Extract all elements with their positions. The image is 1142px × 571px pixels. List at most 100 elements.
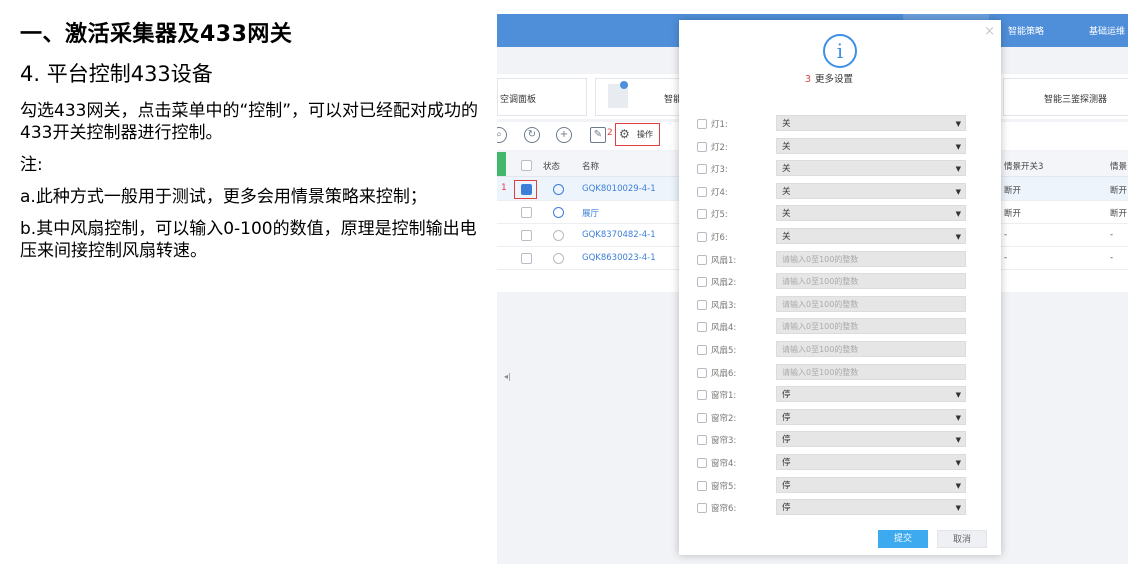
- device-name[interactable]: GQK8370482-4-1: [582, 230, 656, 240]
- setting-select[interactable]: 关 ▼: [776, 115, 966, 131]
- switch4-value: -: [1110, 230, 1114, 240]
- setting-row: 窗帘6: 停 ▼: [697, 499, 987, 517]
- instruction-paragraph: 勾选433网关，点击菜单中的“控制”，可以对已经配对成功的433开关控制器进行控…: [20, 101, 479, 143]
- setting-checkbox[interactable]: [697, 322, 707, 333]
- setting-checkbox[interactable]: [697, 367, 707, 378]
- tile-badge-icon: [620, 81, 628, 89]
- setting-select-value: 关: [782, 119, 791, 129]
- col-name[interactable]: 名称: [582, 160, 599, 172]
- nav-item-ops[interactable]: 基础运维: [1089, 24, 1125, 37]
- setting-row: 灯1: 关 ▼: [697, 115, 987, 133]
- tile-detector[interactable]: 智能三鉴探测器: [1003, 78, 1128, 116]
- setting-label: 风扇2:: [711, 278, 737, 289]
- setting-select[interactable]: 关 ▼: [776, 137, 966, 154]
- note-label: 注:: [20, 155, 43, 175]
- setting-row: 灯6: 关 ▼: [697, 228, 987, 246]
- col-switch3[interactable]: 情景开关3: [1004, 160, 1043, 172]
- nav-item-strategy[interactable]: 智能策略: [1008, 24, 1044, 37]
- setting-label: 风扇3:: [711, 300, 737, 311]
- setting-number-input[interactable]: 请输入0至100的整数: [776, 250, 966, 267]
- select-all-checkbox[interactable]: [521, 160, 532, 171]
- device-name[interactable]: 展厅: [582, 207, 599, 219]
- setting-checkbox[interactable]: [697, 209, 707, 220]
- setting-label: 灯2:: [711, 142, 728, 153]
- setting-row: 窗帘5: 停 ▼: [697, 476, 987, 495]
- setting-checkbox[interactable]: [697, 480, 707, 491]
- note-a: a.此种方式一般用于测试，更多会用情景策略来控制；: [20, 187, 427, 207]
- setting-checkbox[interactable]: [697, 390, 707, 401]
- collapse-arrow-icon[interactable]: ◂|: [504, 372, 511, 381]
- switch3-value: -: [1004, 253, 1008, 263]
- row-checkbox[interactable]: [521, 184, 532, 195]
- setting-row: 窗帘3: 停 ▼: [697, 431, 987, 449]
- setting-select-value: 停: [782, 503, 791, 514]
- setting-select[interactable]: 停 ▼: [776, 454, 966, 470]
- setting-number-input[interactable]: 请输入0至100的整数: [776, 363, 966, 380]
- setting-select[interactable]: 关 ▼: [776, 160, 966, 177]
- setting-checkbox[interactable]: [697, 299, 707, 310]
- setting-select[interactable]: 停 ▼: [776, 431, 966, 448]
- submit-button[interactable]: 提交: [878, 530, 928, 548]
- add-icon[interactable]: +: [556, 127, 572, 143]
- refresh-icon[interactable]: ↻: [524, 127, 540, 143]
- setting-checkbox[interactable]: [697, 458, 707, 468]
- setting-checkbox[interactable]: [697, 503, 707, 514]
- setting-select[interactable]: 关 ▼: [776, 228, 966, 244]
- setting-row: 灯3: 关 ▼: [697, 160, 987, 178]
- close-icon[interactable]: ×: [984, 24, 995, 39]
- document-text: 一、激活采集器及433网关 4. 平台控制433设备 勾选433网关，点击菜单中…: [20, 18, 480, 272]
- setting-checkbox[interactable]: [697, 254, 707, 265]
- note-b: b.其中风扇控制，可以输入0-100的数值，原理是控制输出电压来间接控制风扇转速…: [20, 219, 477, 261]
- setting-select[interactable]: 关 ▼: [776, 182, 966, 199]
- setting-checkbox[interactable]: [697, 345, 707, 355]
- setting-checkbox[interactable]: [697, 119, 707, 129]
- tile-smart[interactable]: 智能: [595, 78, 683, 116]
- cancel-button[interactable]: 取消: [937, 530, 987, 548]
- setting-checkbox[interactable]: [697, 164, 707, 175]
- row-checkbox[interactable]: [521, 253, 532, 264]
- device-name[interactable]: GQK8630023-4-1: [582, 253, 656, 263]
- setting-checkbox[interactable]: [697, 412, 707, 423]
- setting-label: 风扇1:: [711, 255, 737, 266]
- setting-label: 风扇5:: [711, 346, 737, 356]
- setting-number-input[interactable]: 请输入0至100的整数: [776, 295, 966, 312]
- setting-checkbox[interactable]: [697, 186, 707, 197]
- col-switch4[interactable]: 情景: [1110, 160, 1127, 172]
- setting-label: 灯4:: [711, 187, 728, 198]
- setting-row: 风扇6: 请输入0至100的整数: [697, 363, 987, 382]
- setting-number-input[interactable]: 请输入0至100的整数: [776, 273, 966, 290]
- setting-select[interactable]: 停 ▼: [776, 386, 966, 403]
- edit-icon[interactable]: ✎: [590, 127, 606, 143]
- setting-row: 灯5: 关 ▼: [697, 205, 987, 223]
- setting-row: 风扇3: 请输入0至100的整数: [697, 295, 987, 314]
- app-screenshot: 智能策略 基础运维 空调面板 智能 智能三鉴探测器 ⌕ ↻ + ✎ 2 ⚙ 操作…: [497, 14, 1128, 564]
- status-icon: [553, 184, 564, 195]
- col-status[interactable]: 状态: [543, 160, 560, 172]
- setting-number-input[interactable]: 请输入0至100的整数: [776, 341, 966, 357]
- tile-ac-panel[interactable]: 空调面板: [497, 78, 587, 116]
- row-checkbox[interactable]: [521, 230, 532, 241]
- setting-row: 风扇2: 请输入0至100的整数: [697, 273, 987, 291]
- operate-label: 操作: [637, 130, 653, 139]
- setting-checkbox[interactable]: [697, 141, 707, 152]
- setting-select[interactable]: 停 ▼: [776, 499, 966, 516]
- setting-select-value: 停: [782, 390, 791, 401]
- setting-checkbox[interactable]: [697, 435, 707, 446]
- setting-checkbox[interactable]: [697, 232, 707, 242]
- setting-checkbox[interactable]: [697, 277, 707, 288]
- device-name[interactable]: GQK8010029-4-1: [582, 184, 656, 194]
- setting-select-value: 关: [782, 186, 791, 197]
- setting-select[interactable]: 停 ▼: [776, 476, 966, 493]
- chevron-down-icon: ▼: [955, 233, 961, 241]
- chevron-down-icon: ▼: [955, 504, 961, 513]
- setting-select[interactable]: 停 ▼: [776, 408, 966, 425]
- setting-number-input[interactable]: 请输入0至100的整数: [776, 318, 966, 335]
- row-checkbox[interactable]: [521, 207, 532, 218]
- setting-select[interactable]: 关 ▼: [776, 205, 966, 222]
- dialog-title: 3 更多设置: [805, 71, 853, 85]
- setting-label: 灯1:: [711, 120, 728, 130]
- setting-row: 窗帘1: 停 ▼: [697, 386, 987, 404]
- operate-button[interactable]: ⚙ 操作: [615, 123, 660, 146]
- chevron-down-icon: ▼: [955, 165, 961, 174]
- setting-label: 窗帘4:: [711, 459, 737, 469]
